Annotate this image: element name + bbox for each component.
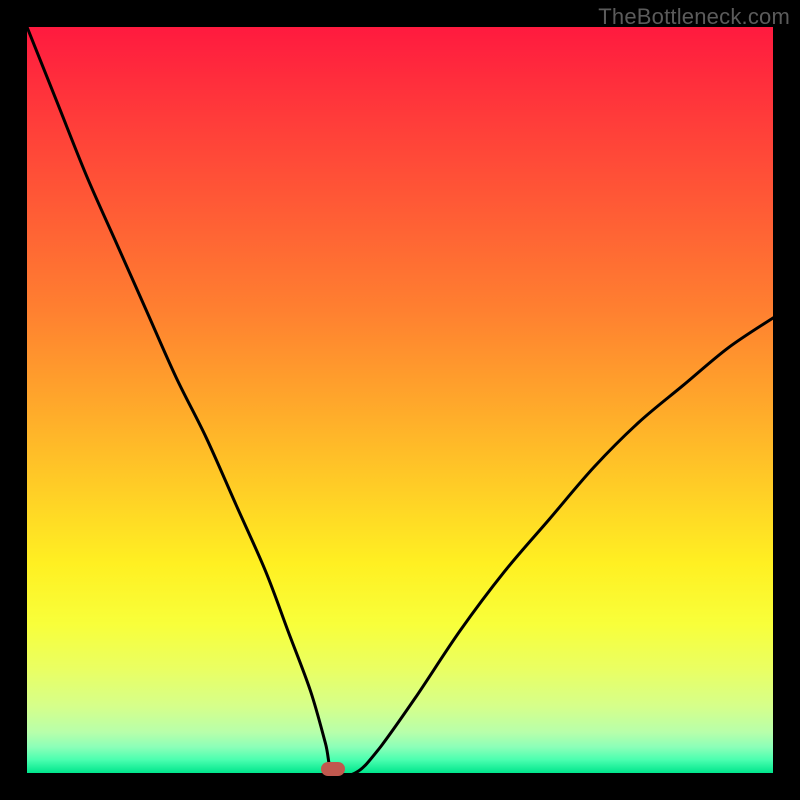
plot-svg xyxy=(27,27,773,773)
gradient-background xyxy=(27,27,773,773)
chart-frame xyxy=(27,27,773,773)
